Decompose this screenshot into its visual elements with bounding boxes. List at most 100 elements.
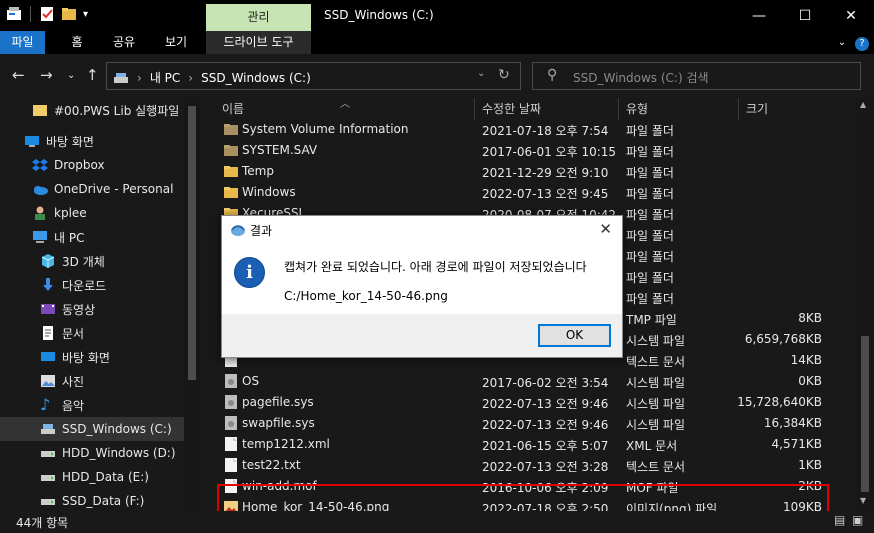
file-name: Temp [242, 164, 274, 178]
nav-item-3d-objects[interactable]: 3D 개체 [40, 249, 200, 273]
file-size: 16,384KB [763, 416, 822, 430]
file-icon [225, 458, 237, 472]
scroll-up-icon[interactable]: ▲ [860, 100, 866, 109]
file-date: 2021-12-29 오전 9:10 [482, 166, 609, 180]
minimize-button[interactable]: — [736, 0, 782, 31]
folder-icon [224, 187, 238, 198]
address-dropdown-icon[interactable]: ⌄ [477, 68, 485, 79]
dialog-close-icon[interactable]: ✕ [599, 220, 612, 238]
highlight-box [217, 484, 829, 513]
column-separator[interactable] [738, 98, 739, 120]
breadcrumb-item-drive[interactable]: SSD_Windows (C:) [201, 71, 311, 85]
nav-pane-scrollbar[interactable] [184, 98, 200, 511]
table-row[interactable]: SYSTEM.SAV 2017-06-01 오후 10:15 파일 폴더 [216, 140, 828, 161]
refresh-icon[interactable]: ↻ [498, 67, 510, 83]
file-size: 15,728,640KB [737, 395, 822, 409]
details-view-icon[interactable]: ▤ [834, 513, 845, 527]
nav-item-pictures[interactable]: 사진 [40, 369, 200, 393]
file-name: SYSTEM.SAV [242, 143, 318, 157]
video-icon [41, 304, 55, 314]
table-row[interactable]: OS 2017-06-02 오전 3:54 시스템 파일 0KB [216, 371, 828, 392]
checklist-icon[interactable] [39, 6, 55, 22]
column-header-date[interactable]: 수정한 날짜 [482, 98, 541, 120]
scrollbar-thumb[interactable] [188, 106, 196, 380]
table-row[interactable]: System Volume Information 2021-07-18 오후 7… [216, 119, 828, 140]
file-name: Windows [242, 185, 296, 199]
help-icon[interactable]: ? [854, 31, 870, 54]
table-row[interactable]: pagefile.sys 2022-07-13 오전 9:46 시스템 파일 15,7… [216, 392, 828, 413]
tab-share[interactable]: 공유 [108, 31, 140, 54]
file-date: 2021-07-18 오후 7:54 [482, 124, 609, 138]
column-header-name[interactable]: 이름 [222, 98, 244, 120]
tab-drive-tools[interactable]: 드라이브 도구 [206, 31, 311, 54]
tab-home[interactable]: 홈 [62, 31, 92, 54]
close-button[interactable]: ✕ [828, 0, 874, 31]
title-bar: ▾ 관리 SSD_Windows (C:) — ☐ ✕ [0, 0, 874, 31]
column-header-type[interactable]: 유형 [626, 98, 648, 120]
nav-item-my-pc[interactable]: 내 PC [32, 225, 200, 249]
folder-icon [224, 166, 238, 177]
info-icon: i [234, 257, 265, 288]
search-input[interactable]: ⚲ SSD_Windows (C:) 검색 [532, 62, 861, 90]
nav-item-dropbox[interactable]: Dropbox [32, 153, 200, 177]
dialog-message: 캡쳐가 완료 되었습니다. 아래 경로에 파일이 저장되었습니다 [284, 260, 587, 274]
file-list-scrollbar[interactable]: ▲ ▼ [856, 98, 874, 511]
large-icons-view-icon[interactable]: ▣ [852, 513, 863, 527]
ok-button[interactable]: OK [538, 324, 611, 347]
nav-item-label: HDD_Data (E:) [62, 470, 149, 484]
breadcrumb-item-my-pc[interactable]: 내 PC [150, 69, 180, 86]
table-row[interactable]: Windows 2022-07-13 오전 9:45 파일 폴더 [216, 182, 828, 203]
up-arrow-icon[interactable]: ↑ [86, 66, 99, 84]
table-row[interactable]: swapfile.sys 2022-07-13 오전 9:46 시스템 파일 16,3… [216, 413, 828, 434]
recent-locations-icon[interactable]: ⌄ [67, 70, 75, 81]
result-dialog: 결과 ✕ i 캡쳐가 완료 되었습니다. 아래 경로에 파일이 저장되었습니다 … [221, 215, 623, 358]
table-row[interactable]: test22.txt 2022-07-13 오전 3:28 텍스트 문서 1KB [216, 455, 828, 476]
file-icon [225, 395, 237, 409]
nav-item-documents[interactable]: 문서 [40, 321, 200, 345]
file-type: 파일 폴더 [626, 271, 674, 285]
file-date: 2017-06-01 오후 10:15 [482, 145, 617, 159]
column-header-size[interactable]: 크기 [746, 98, 768, 120]
forward-arrow-icon[interactable]: → [40, 66, 53, 84]
dialog-path: C:/Home_kor_14-50-46.png [284, 289, 448, 303]
file-size: 6,659,768KB [744, 332, 822, 346]
nav-item-hdd-data[interactable]: HDD_Data (E:) [40, 465, 200, 489]
nav-item-label: 음악 [62, 398, 85, 413]
nav-item-pws-lib[interactable]: #00.PWS Lib 실행파일 📌 [32, 98, 200, 122]
status-bar: 44개 항목 ▤ ▣ [0, 511, 874, 533]
column-separator[interactable] [618, 98, 619, 120]
folder-icon [224, 124, 238, 135]
pc-icon [33, 231, 47, 243]
column-separator[interactable] [474, 98, 475, 120]
new-folder-icon[interactable] [61, 6, 77, 22]
folder-icon [33, 105, 47, 116]
scroll-down-icon[interactable]: ▼ [860, 496, 866, 505]
tab-view[interactable]: 보기 [160, 31, 192, 54]
nav-item-downloads[interactable]: 다운로드 [40, 273, 200, 297]
nav-item-onedrive[interactable]: OneDrive - Personal [32, 177, 200, 201]
address-bar[interactable]: › 내 PC › SSD_Windows (C:) ⌄ ↻ [106, 62, 521, 90]
file-date: 2021-06-15 오후 5:07 [482, 439, 609, 453]
properties-icon[interactable] [6, 6, 22, 22]
breadcrumb-separator: › [188, 70, 194, 85]
sort-arrow-icon: ︿ [340, 99, 350, 110]
nav-item-desktop-quick[interactable]: 바탕 화면 [24, 129, 200, 153]
nav-item-ssd-data[interactable]: SSD_Data (F:) [40, 489, 200, 511]
nav-item-music[interactable]: ♪ 음악 [40, 393, 200, 417]
collapse-ribbon-icon[interactable]: ⌄ [834, 31, 850, 54]
nav-item-label: 문서 [62, 326, 85, 341]
table-row[interactable]: Temp 2021-12-29 오전 9:10 파일 폴더 [216, 161, 828, 182]
back-arrow-icon[interactable]: ← [12, 66, 25, 84]
tab-manage[interactable]: 관리 [206, 4, 311, 31]
nav-item-videos[interactable]: 동영상 [40, 297, 200, 321]
nav-item-kplee[interactable]: kplee [32, 201, 200, 225]
maximize-button[interactable]: ☐ [782, 0, 828, 31]
nav-item-desktop[interactable]: 바탕 화면 [40, 345, 200, 369]
customize-dropdown-icon[interactable]: ▾ [83, 9, 88, 20]
tab-file[interactable]: 파일 [0, 31, 45, 54]
scrollbar-thumb[interactable] [861, 336, 869, 492]
nav-item-hdd-windows[interactable]: HDD_Windows (D:) [40, 441, 200, 465]
nav-item-label: 동영상 [62, 302, 96, 317]
nav-item-ssd-windows[interactable]: SSD_Windows (C:) [0, 417, 184, 441]
table-row[interactable]: temp1212.xml 2021-06-15 오후 5:07 XML 문서 4,57… [216, 434, 828, 455]
